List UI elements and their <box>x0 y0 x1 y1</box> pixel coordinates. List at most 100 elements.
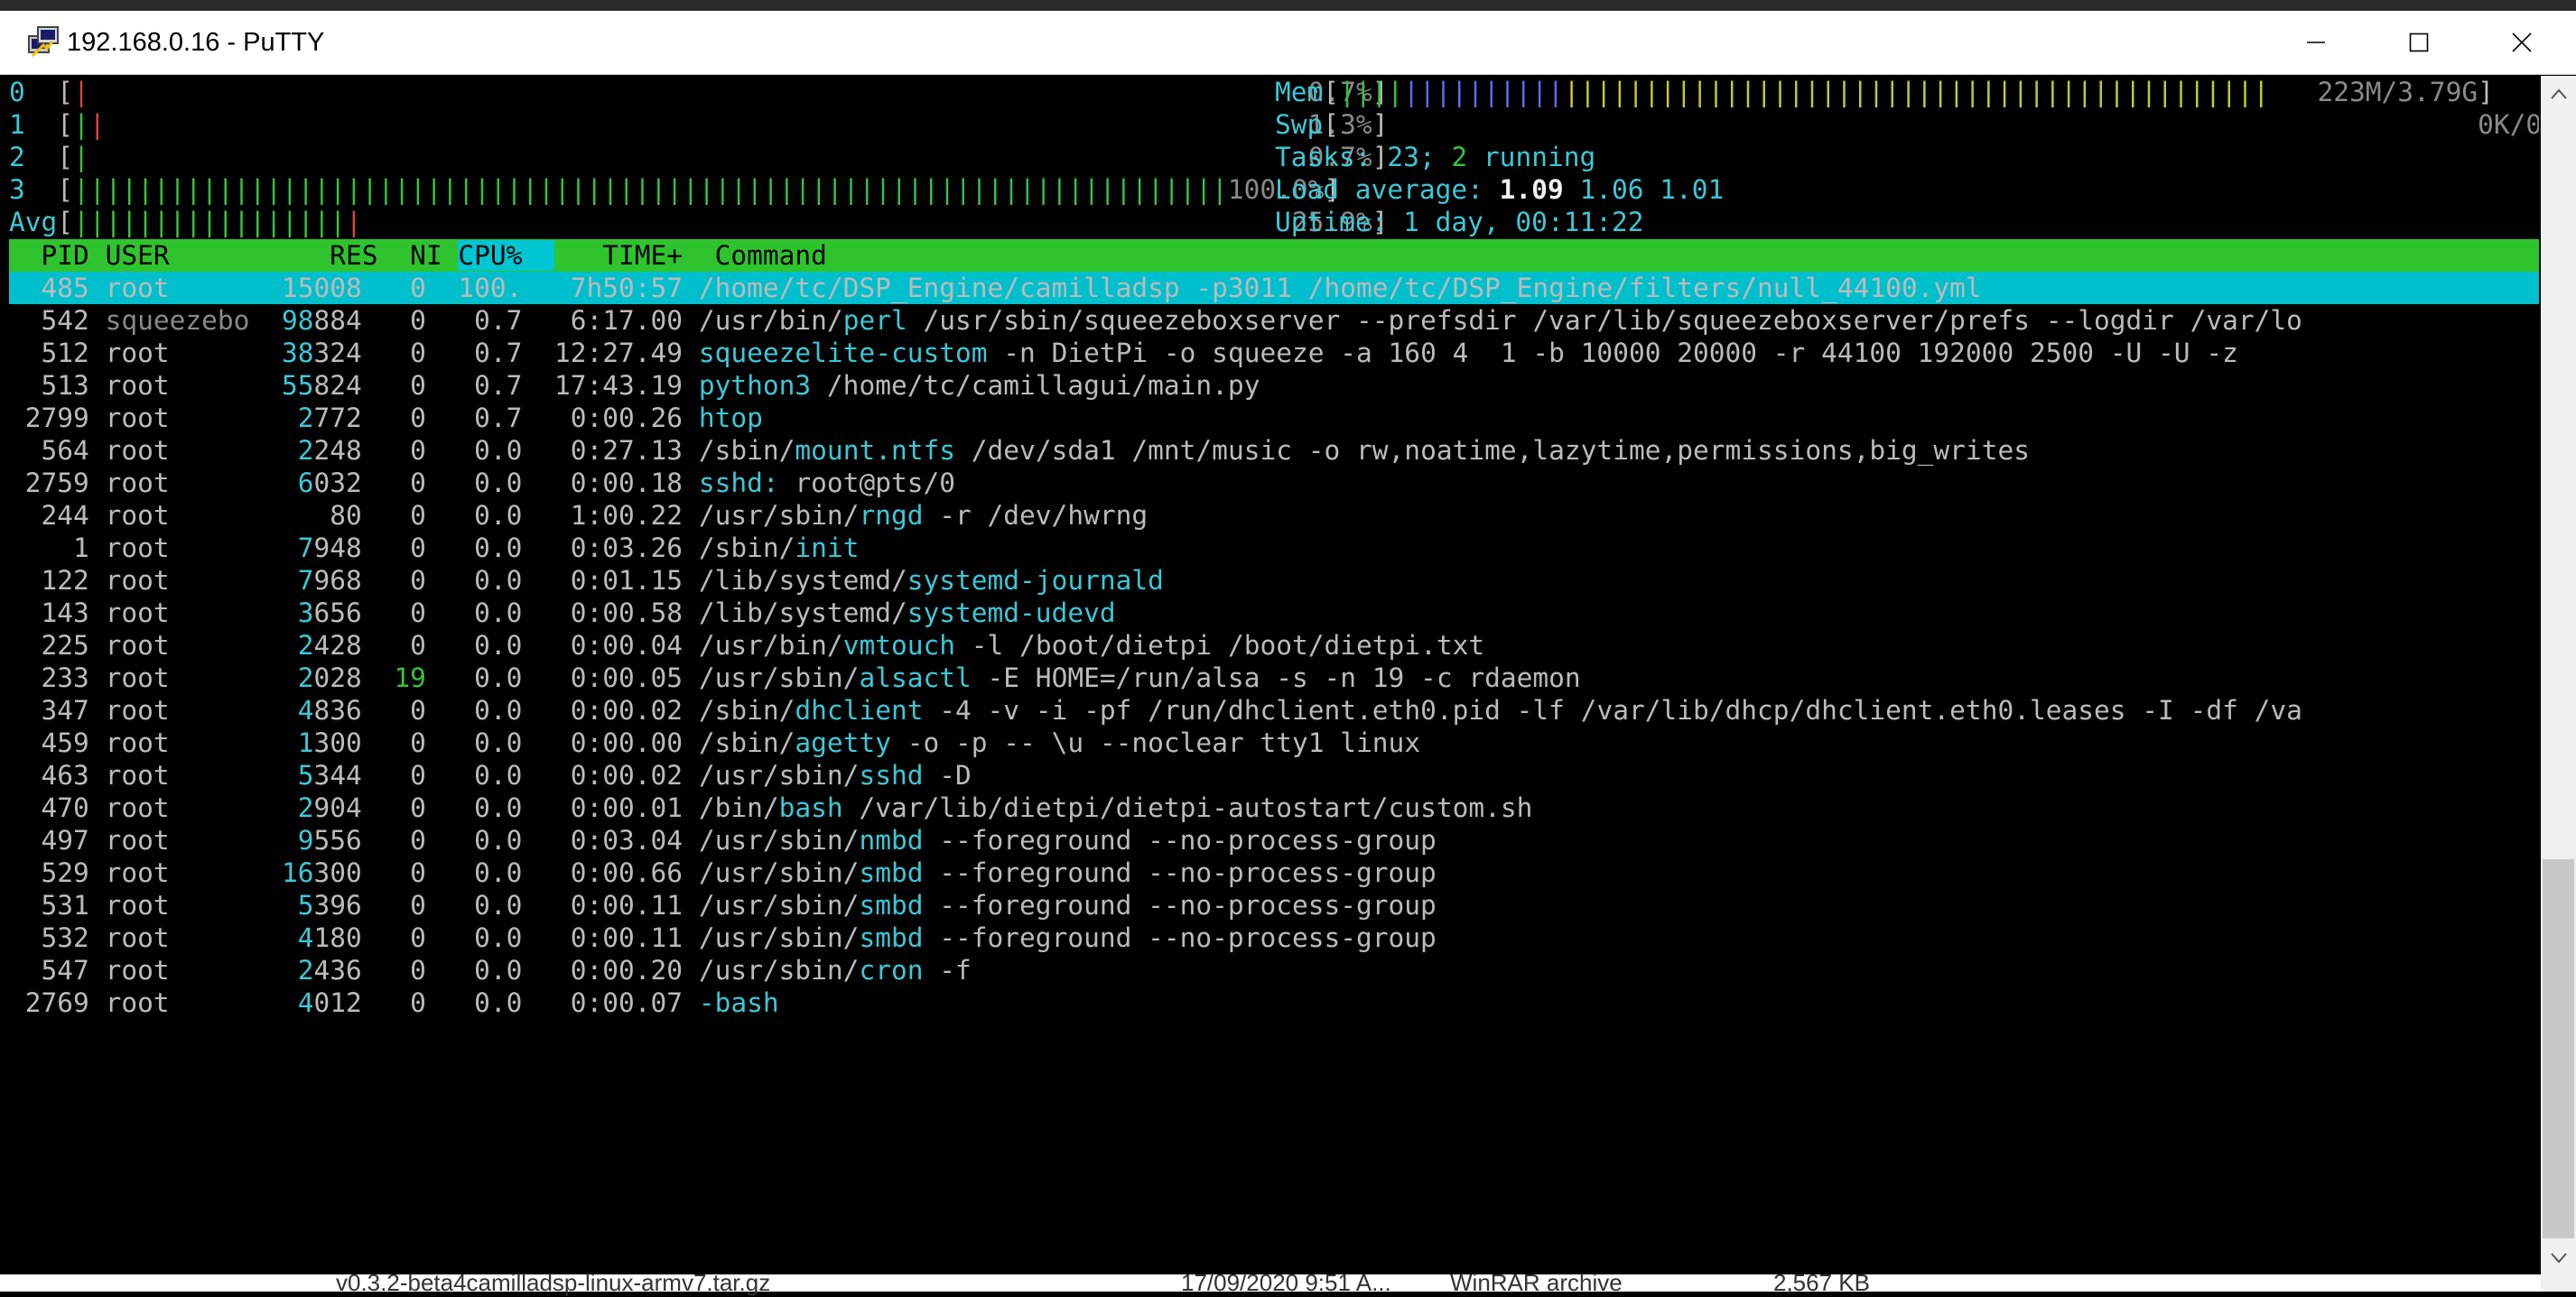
command-name: agetty <box>795 727 891 758</box>
col-user[interactable]: USER <box>106 240 170 271</box>
scroll-down-button[interactable] <box>2541 1242 2576 1274</box>
table-row[interactable]: 531 root 5396 0 0.0 0:00.11 /usr/sbin/sm… <box>9 889 1437 922</box>
terminal-area[interactable]: 0 [| 0.7%] 1 [|| 1.3%] 2 [| 0.7%] 3 [|||… <box>9 76 2539 1292</box>
scrollbar-thumb[interactable] <box>2543 859 2574 1238</box>
ni-cell: 0 <box>377 727 426 758</box>
res-cell-high: 4 <box>297 922 314 953</box>
command-name: systemd-udevd <box>907 598 1116 628</box>
command-name: perl <box>842 305 907 336</box>
res-cell-low: 556 <box>313 825 362 856</box>
res-cell-low: 824 <box>313 370 362 401</box>
command-prefix: /usr/sbin/ <box>698 890 860 921</box>
command-name: camilladsp <box>1019 273 1180 303</box>
close-button[interactable] <box>2472 11 2571 74</box>
command-args: /dev/sda1 /mnt/music -o rw,noatime,lazyt… <box>955 435 2030 466</box>
ni-cell: 0 <box>377 403 426 433</box>
command-name: smbd <box>859 857 924 888</box>
table-row[interactable]: 233 root 2028 19 0.0 0:00.05 /usr/sbin/a… <box>9 662 1581 694</box>
res-cell-high: 2 <box>297 955 314 986</box>
command-args: /usr/sbin/squeezeboxserver --prefsdir /v… <box>907 305 2302 336</box>
ni-cell: 0 <box>377 338 426 368</box>
table-row[interactable]: 532 root 4180 0 0.0 0:00.11 /usr/sbin/sm… <box>9 922 1437 954</box>
time-cell: 0:00.11 <box>538 922 684 953</box>
command-prefix: /sbin/ <box>698 435 795 466</box>
table-row[interactable]: 463 root 5344 0 0.0 0:00.02 /usr/sbin/ss… <box>9 759 972 792</box>
time-cell: 7h50:57 <box>538 273 684 303</box>
col-pid[interactable]: PID <box>9 240 89 271</box>
table-row[interactable]: 143 root 3656 0 0.0 0:00.58 /lib/systemd… <box>9 597 1116 629</box>
time-cell: 0:00.01 <box>538 792 684 823</box>
chevron-down-icon <box>2550 1253 2567 1264</box>
col-cpu[interactable]: CPU% <box>458 240 554 271</box>
command-prefix: /bin/ <box>698 792 779 823</box>
table-row[interactable]: 122 root 7968 0 0.0 0:01.15 /lib/systemd… <box>9 564 1164 597</box>
scroll-up-button[interactable] <box>2541 78 2576 110</box>
minimize-button[interactable] <box>2266 11 2366 74</box>
res-cell-high: 1 <box>297 727 314 758</box>
table-row[interactable]: 1 root 7948 0 0.0 0:03.26 /sbin/init <box>9 532 859 564</box>
res-cell-low: 884 <box>313 305 362 336</box>
cpu-label: 1 <box>9 109 25 140</box>
col-command[interactable]: Command <box>715 240 827 271</box>
cpu-cell: 0.0 <box>442 598 523 628</box>
table-row[interactable]: 513 root 55824 0 0.7 17:43.19 python3 /h… <box>9 369 1260 402</box>
cpu-cell: 0.0 <box>442 987 523 1018</box>
user-cell: root <box>105 922 250 953</box>
ni-cell: 0 <box>377 890 426 921</box>
table-row[interactable]: 470 root 2904 0 0.0 0:00.01 /bin/bash /v… <box>9 792 1533 824</box>
command-prefix: /usr/sbin/ <box>698 825 860 856</box>
window-title: 192.168.0.16 - PuTTY <box>67 28 325 57</box>
title-bar[interactable]: 192.168.0.16 - PuTTY <box>0 11 2576 75</box>
col-ni[interactable]: NI <box>410 240 442 271</box>
load-1min: 1.09 <box>1499 174 1564 205</box>
user-cell: root <box>105 338 250 368</box>
table-row[interactable]: 347 root 4836 0 0.0 0:00.02 /sbin/dhclie… <box>9 694 2302 727</box>
table-row[interactable]: 542 squeezebo 98884 0 0.7 6:17.00 /usr/b… <box>9 304 2302 337</box>
mem-meter: Mem[||||||||||||||||||||||||||||||||||||… <box>1275 77 2494 107</box>
pid-cell: 512 <box>9 338 89 368</box>
table-row[interactable]: 529 root 16300 0 0.0 0:00.66 /usr/sbin/s… <box>9 857 1437 889</box>
table-row[interactable]: 459 root 1300 0 0.0 0:00.00 /sbin/agetty… <box>9 727 1421 759</box>
res-cell-high: 6 <box>297 468 314 498</box>
table-row[interactable]: 2759 root 6032 0 0.0 0:00.18 sshd: root@… <box>9 467 955 499</box>
table-row[interactable]: 244 root 80 0 0.0 1:00.22 /usr/sbin/rngd… <box>9 499 1149 532</box>
uptime-value: 1 day, 00:11:22 <box>1403 207 1644 237</box>
table-row[interactable]: 2769 root 4012 0 0.0 0:00.07 -bash <box>9 987 779 1019</box>
window-top-edge <box>0 0 2576 11</box>
tasks-meter: Tasks: 23; 2 running <box>1275 141 1595 173</box>
column-header[interactable]: PID USER RES NI CPU% TIME+ Command <box>9 239 2539 272</box>
col-time[interactable]: TIME+ <box>602 240 683 271</box>
cpu-label: 2 <box>9 142 25 172</box>
time-cell: 0:00.04 <box>538 630 684 661</box>
res-cell-high: 4 <box>297 987 314 1018</box>
res-cell-low: 032 <box>313 468 362 498</box>
table-row[interactable]: 485 root 15008 0 100. 7h50:57 /home/tc/D… <box>9 272 1982 304</box>
pid-cell: 2759 <box>9 468 89 498</box>
cpu-cell: 0.0 <box>442 955 523 986</box>
user-cell: root <box>105 662 250 693</box>
res-cell-low: 904 <box>313 792 362 823</box>
col-res[interactable]: RES <box>330 240 377 271</box>
table-row[interactable]: 225 root 2428 0 0.0 0:00.04 /usr/bin/vmt… <box>9 629 1485 662</box>
table-row[interactable]: 497 root 9556 0 0.0 0:03.04 /usr/sbin/nm… <box>9 824 1437 857</box>
background-size: 2,567 KB <box>1773 1269 1870 1296</box>
ni-cell: 0 <box>377 792 426 823</box>
table-row[interactable]: 2799 root 2772 0 0.7 0:00.26 htop <box>9 402 763 434</box>
pid-cell: 513 <box>9 370 89 401</box>
command-args: -r /dev/hwrng <box>923 500 1149 531</box>
ni-cell: 0 <box>377 760 426 791</box>
command-args: --foreground --no-process-group <box>923 825 1437 856</box>
table-row[interactable]: 547 root 2436 0 0.0 0:00.20 /usr/sbin/cr… <box>9 954 972 987</box>
table-row[interactable]: 512 root 38324 0 0.7 12:27.49 squeezelit… <box>9 337 2238 369</box>
time-cell: 0:00.66 <box>538 857 684 888</box>
command-args: --foreground --no-process-group <box>923 922 1437 953</box>
table-row[interactable]: 564 root 2248 0 0.0 0:27.13 /sbin/mount.… <box>9 434 2030 467</box>
cpu-cell: 0.0 <box>442 922 523 953</box>
ni-cell: 0 <box>377 435 426 466</box>
maximize-button[interactable] <box>2369 11 2469 74</box>
command-prefix: /usr/sbin/ <box>698 857 860 888</box>
command-prefix: /sbin/ <box>698 727 795 758</box>
command-name: htop <box>698 403 763 433</box>
pid-cell: 564 <box>9 435 89 466</box>
load-average: Load average: 1.09 1.06 1.01 <box>1275 173 1724 206</box>
